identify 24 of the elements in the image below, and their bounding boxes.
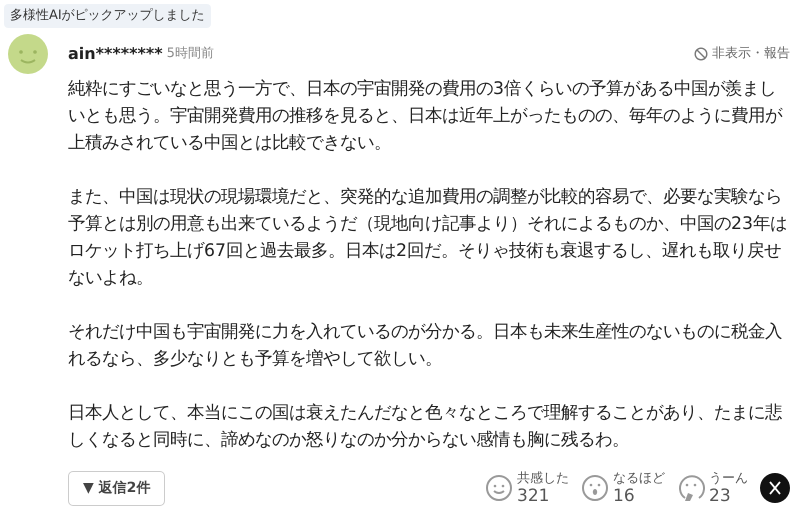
timestamp: 5時間前 <box>166 44 214 63</box>
avatar-icon <box>8 34 48 74</box>
thinking-face-icon <box>677 474 705 502</box>
replies-button[interactable]: ▼ 返信2件 <box>68 470 166 506</box>
reaction-count: 16 <box>613 487 636 505</box>
username[interactable]: ain******** <box>68 42 163 66</box>
comment-paragraph: それだけ中国も宇宙開発に力を入れているのが分かる。日本も未来生産性のないものに税金入れるなら、多少なりとも予算を増やして欲しい。 <box>68 320 783 370</box>
comment-paragraph: 日本人として、本当にこの国は衰えたんだなと色々なところで理解することがあり、たまに悲しくなると同時に、諦めなのか怒りなのか分からない感情も胸に残るわ。 <box>68 402 783 452</box>
smile-icon <box>485 474 513 502</box>
reaction-button[interactable]: うーん 23 <box>677 471 748 505</box>
badge-label: 多様性AIがピックアップしました <box>4 4 211 28</box>
reaction-button[interactable]: なるほど 16 <box>581 471 665 505</box>
comment-paragraph: また、中国は現状の現場環境だと、突発的な追加費用の調整が比較的容易で、必要な実験なら予算とは別の用意も出来ているようだ（現地向け記事より）それによるものか、中国の23年はロケット打ち上げ67回と過去最多。日本は2回だ。そりゃ技術も衰退するし、遅れも取り戻せないよね。 <box>68 186 788 290</box>
reaction-count: 23 <box>709 487 732 505</box>
reaction-button[interactable]: 共感した 321 <box>485 471 569 505</box>
reaction-count: 321 <box>517 487 550 505</box>
report-link[interactable]: 非表示・報告 <box>694 44 790 64</box>
block-icon <box>694 46 708 60</box>
reaction-label: なるほど <box>613 471 665 487</box>
reaction-label: うーん <box>709 471 748 487</box>
reaction-label: 共感した <box>517 471 569 487</box>
comment-paragraph: 純粋にすごいなと思う一方で、日本の宇宙開発の費用の3倍くらいの予算がある中国が羨ましいとも思う。宇宙開発費用の推移を見ると、日本は近年上がったものの、毎年のように費用が上積みされている中国とは比較できない。 <box>68 78 784 154</box>
x-share-icon[interactable] <box>760 473 790 503</box>
surprised-face-icon <box>581 474 609 502</box>
